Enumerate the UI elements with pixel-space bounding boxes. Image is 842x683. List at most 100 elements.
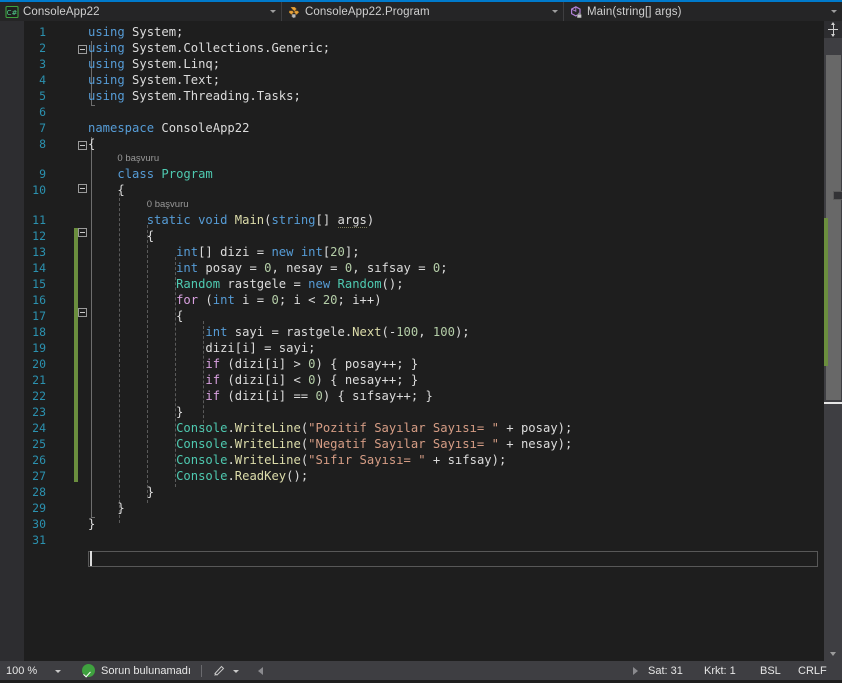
code-line[interactable]: 4 using System.Text;: [0, 72, 842, 88]
code-text[interactable]: Console.WriteLine("Negatif Sayılar Sayıs…: [88, 436, 572, 452]
breadcrumb-class-dropdown[interactable]: ConsoleApp22.Program: [282, 2, 564, 21]
code-line[interactable]: 23 }: [0, 404, 842, 420]
line-ending-indicator[interactable]: CRLF: [798, 665, 842, 677]
breadcrumb-project-dropdown[interactable]: C# ConsoleApp22: [0, 2, 282, 21]
code-text[interactable]: using System.Threading.Tasks;: [88, 88, 301, 104]
problem-status-label[interactable]: Sorun bulunamadı: [101, 665, 191, 677]
code-text[interactable]: for (int i = 0; i < 20; i++): [88, 292, 382, 308]
code-token: ];: [344, 245, 360, 259]
code-text[interactable]: Console.ReadKey();: [88, 468, 308, 484]
code-line[interactable]: 31: [0, 532, 842, 548]
code-line[interactable]: 19 dizi[i] = sayi;: [0, 340, 842, 356]
zoom-dropdown-icon[interactable]: [50, 661, 68, 680]
scroll-right-arrow-icon[interactable]: [633, 667, 638, 675]
code-line[interactable]: 9 class Program: [0, 166, 842, 182]
code-text[interactable]: }: [88, 484, 154, 500]
code-editor[interactable]: 1 using System; 2 using System.Collections.…: [0, 21, 842, 661]
code-line[interactable]: 21 if (dizi[i] < 0) { nesay++; }: [0, 372, 842, 388]
code-text[interactable]: {: [88, 136, 95, 152]
code-line[interactable]: 30}: [0, 516, 842, 532]
editor-split-handle[interactable]: [824, 21, 842, 38]
code-line[interactable]: 6: [0, 104, 842, 120]
code-line[interactable]: 22 if (dizi[i] == 0) { sıfsay++; }: [0, 388, 842, 404]
code-line[interactable]: 27 Console.ReadKey();: [0, 468, 842, 484]
code-token: Random: [337, 277, 382, 291]
code-line[interactable]: 7 namespace ConsoleApp22: [0, 120, 842, 136]
code-text[interactable]: using System.Text;: [88, 72, 220, 88]
code-text[interactable]: using System.Collections.Generic;: [88, 40, 330, 56]
chevron-down-icon[interactable]: [828, 2, 842, 21]
code-line[interactable]: 13 int[] dizi = new int[20];: [0, 244, 842, 260]
code-lines-container[interactable]: 1 using System; 2 using System.Collections.…: [0, 21, 842, 661]
code-text[interactable]: Console.WriteLine("Pozitif Sayılar Sayıs…: [88, 420, 572, 436]
code-text[interactable]: }: [88, 404, 183, 420]
code-text[interactable]: }: [88, 500, 124, 516]
code-text[interactable]: dizi[i] = sayi;: [88, 340, 315, 356]
line-number: 29: [32, 501, 46, 515]
code-text[interactable]: {: [88, 308, 183, 324]
code-text[interactable]: if (dizi[i] > 0) { posay++; }: [88, 356, 418, 372]
code-text[interactable]: using System.Linq;: [88, 56, 220, 72]
scroll-down-button[interactable]: [824, 647, 842, 661]
code-token: ();: [381, 277, 404, 291]
code-line[interactable]: 10 {: [0, 182, 842, 198]
scroll-thumb[interactable]: [826, 55, 841, 400]
horizontal-scroll-track[interactable]: [271, 661, 624, 680]
code-line[interactable]: 3 using System.Linq;: [0, 56, 842, 72]
code-text[interactable]: int sayi = rastgele.Next(-100, 100);: [88, 324, 469, 340]
code-line[interactable]: 11 static void Main(string[] args): [0, 212, 842, 228]
horizontal-scrollbar[interactable]: [257, 661, 638, 680]
code-token: ; i++): [337, 293, 382, 307]
line-number: 2: [39, 41, 46, 55]
code-line[interactable]: 28 }: [0, 484, 842, 500]
code-line[interactable]: 20 if (dizi[i] > 0) { posay++; }: [0, 356, 842, 372]
line-number: 17: [32, 309, 46, 323]
feedback-dropdown-icon[interactable]: [228, 661, 246, 680]
code-token: 20: [330, 245, 345, 259]
code-line[interactable]: 12 {: [0, 228, 842, 244]
code-token: for: [176, 293, 206, 307]
code-text[interactable]: static void Main(string[] args): [88, 212, 374, 228]
feedback-pen-icon[interactable]: [212, 661, 228, 680]
code-line[interactable]: 14 int posay = 0, nesay = 0, sıfsay = 0;: [0, 260, 842, 276]
codelens-reference-count[interactable]: 0 başvuru: [147, 198, 189, 212]
code-line[interactable]: 18 int sayi = rastgele.Next(-100, 100);: [0, 324, 842, 340]
code-text[interactable]: }: [88, 516, 95, 532]
chevron-down-icon[interactable]: [267, 2, 281, 21]
code-text[interactable]: if (dizi[i] < 0) { nesay++; }: [88, 372, 418, 388]
code-line[interactable]: 17 {: [0, 308, 842, 324]
line-number: 11: [32, 213, 46, 227]
scroll-left-arrow-icon[interactable]: [257, 667, 263, 675]
code-line[interactable]: 8{: [0, 136, 842, 152]
code-token: (dizi[i] >: [227, 357, 309, 371]
codelens-reference-count[interactable]: 0 başvuru: [117, 152, 159, 166]
breadcrumb-member-dropdown[interactable]: Main(string[] args): [564, 2, 842, 21]
code-line[interactable]: 2 using System.Collections.Generic;: [0, 40, 842, 56]
code-line[interactable]: 16 for (int i = 0; i < 20; i++): [0, 292, 842, 308]
zoom-level[interactable]: 100 %: [6, 665, 50, 677]
code-text[interactable]: int[] dizi = new int[20];: [88, 244, 360, 260]
code-line[interactable]: 26 Console.WriteLine("Sıfır Sayısı= " + …: [0, 452, 842, 468]
code-token: 20: [322, 293, 338, 307]
code-text[interactable]: using System;: [88, 24, 183, 40]
code-text[interactable]: Console.WriteLine("Sıfır Sayısı= " + sıf…: [88, 452, 506, 468]
code-token: Random: [176, 277, 221, 291]
code-line[interactable]: 15 Random rastgele = new Random();: [0, 276, 842, 292]
chevron-down-icon[interactable]: [549, 2, 563, 21]
vertical-scrollbar[interactable]: [824, 38, 842, 661]
code-text[interactable]: int posay = 0, nesay = 0, sıfsay = 0;: [88, 260, 448, 276]
code-text[interactable]: Random rastgele = new Random();: [88, 276, 404, 292]
code-token: ) { posay++; }: [315, 357, 419, 371]
code-line[interactable]: 25 Console.WriteLine("Negatif Sayılar Sa…: [0, 436, 842, 452]
code-text[interactable]: if (dizi[i] == 0) { sıfsay++; }: [88, 388, 432, 404]
code-text[interactable]: class Program: [88, 166, 212, 182]
code-line[interactable]: 29 }: [0, 500, 842, 516]
code-line[interactable]: 1 using System;: [0, 24, 842, 40]
code-line[interactable]: 5 using System.Threading.Tasks;: [0, 88, 842, 104]
code-text[interactable]: {: [88, 228, 154, 244]
code-text[interactable]: {: [88, 182, 124, 198]
code-text[interactable]: namespace ConsoleApp22: [88, 120, 249, 136]
insert-mode-indicator[interactable]: BSL: [760, 665, 798, 677]
code-line[interactable]: 24 Console.WriteLine("Pozitif Sayılar Sa…: [0, 420, 842, 436]
